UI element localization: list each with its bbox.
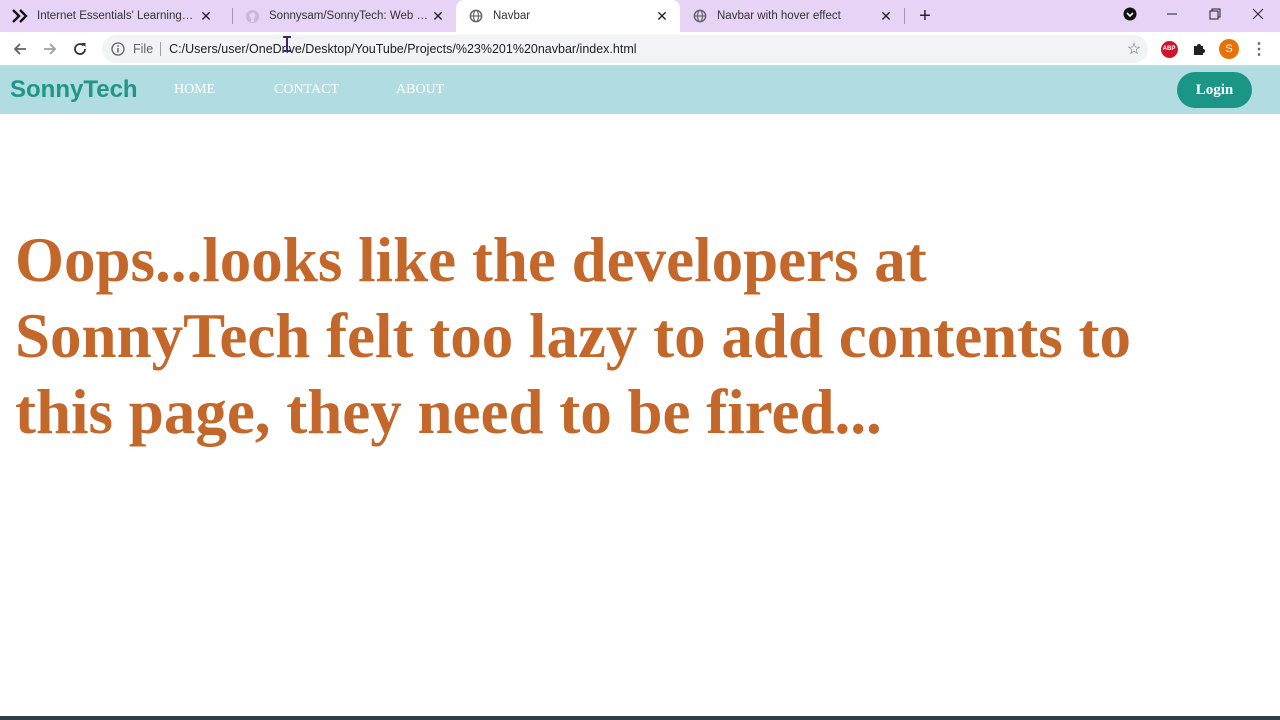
nav-link-about[interactable]: ABOUT	[396, 82, 444, 98]
github-icon	[244, 8, 260, 24]
browser-tab-strip: Internet Essentials' Learning Cent ✕ Son…	[0, 0, 1280, 32]
tab-title: Navbar with hover effect	[717, 10, 841, 22]
browser-toolbar: File C:/Users/user/OneDrive/Desktop/YouT…	[0, 32, 1280, 66]
close-tab-icon[interactable]: ✕	[876, 6, 896, 26]
globe-icon	[692, 8, 708, 24]
url-scheme-label: File	[133, 42, 154, 56]
new-tab-button[interactable]: +	[913, 4, 937, 28]
url-text[interactable]: C:/Users/user/OneDrive/Desktop/YouTube/P…	[169, 42, 1120, 56]
close-tab-icon[interactable]: ✕	[428, 6, 448, 26]
back-icon[interactable]	[7, 36, 33, 62]
browser-tab-navbar[interactable]: Navbar ✕	[456, 0, 680, 32]
forward-icon[interactable]	[37, 36, 63, 62]
puzzle-icon[interactable]	[1189, 39, 1209, 59]
browser-tab-github[interactable]: Sonnysam/SonnyTech: Web Deve ✕	[232, 0, 456, 32]
adblock-extension[interactable]: ABP	[1159, 39, 1179, 59]
tab-search-icon[interactable]	[1110, 0, 1150, 28]
tab-title: Sonnysam/SonnyTech: Web Deve	[269, 10, 428, 22]
address-divider	[160, 42, 162, 56]
tab-title: Navbar	[493, 10, 531, 22]
nav-link-contact[interactable]: CONTACT	[274, 82, 339, 98]
restore-icon[interactable]	[1195, 0, 1235, 28]
nav-link-home[interactable]: HOME	[174, 82, 215, 98]
avatar: S	[1219, 39, 1239, 59]
site-navbar: SonnyTech HOME CONTACT ABOUT Login	[0, 66, 1280, 114]
bookmark-star-icon[interactable]: ☆	[1120, 39, 1148, 59]
info-icon[interactable]	[110, 41, 126, 57]
tab-divider	[904, 8, 905, 24]
brand-logo[interactable]: SonnyTech	[10, 76, 138, 104]
close-tab-icon[interactable]: ✕	[196, 6, 216, 26]
chevron-double-icon	[12, 8, 28, 24]
address-bar[interactable]: File C:/Users/user/OneDrive/Desktop/YouT…	[102, 35, 1148, 63]
tab-title: Internet Essentials' Learning Cent	[37, 10, 196, 22]
profile-avatar[interactable]: S	[1219, 39, 1239, 59]
minimize-icon[interactable]	[1152, 0, 1192, 28]
close-window-icon[interactable]	[1238, 0, 1278, 28]
browser-tab-navbar-hover[interactable]: Navbar with hover effect ✕	[680, 0, 904, 32]
taskbar-edge	[0, 716, 1280, 720]
text-cursor-icon	[283, 36, 291, 52]
browser-tab-internet-essentials[interactable]: Internet Essentials' Learning Cent ✕	[0, 0, 224, 32]
login-button[interactable]: Login	[1177, 72, 1252, 108]
abp-icon: ABP	[1160, 40, 1178, 58]
globe-icon	[468, 8, 484, 24]
more-menu-icon[interactable]: ⋮	[1249, 39, 1269, 59]
reload-icon[interactable]	[67, 36, 93, 62]
close-tab-icon[interactable]: ✕	[652, 6, 672, 26]
page-headline: Oops...looks like the developers at Sonn…	[15, 225, 1131, 447]
